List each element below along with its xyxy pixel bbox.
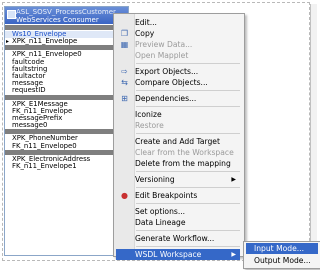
port-row[interactable]: FK_n11_Envelope0 — [5, 142, 128, 150]
menu-item-compare-objects[interactable]: ⇆ Compare Objects... — [116, 77, 240, 88]
menu-separator — [136, 171, 240, 172]
menu-item-label: Compare Objects... — [135, 78, 208, 87]
menu-item-edit-breakpoints[interactable]: ● Edit Breakpoints — [116, 190, 240, 201]
menu-item-wsdl-workspace[interactable]: WSDL Workspace ▶ — [116, 249, 240, 260]
menu-item-open-mapplet[interactable]: Open Mapplet — [116, 50, 240, 61]
menu-item-label: Export Objects... — [135, 67, 199, 76]
menu-item-label: WSDL Workspace — [135, 250, 202, 259]
menu-item-label: Dependencies... — [135, 94, 197, 103]
menu-item-label: Generate Workflow... — [135, 234, 215, 243]
wsdl-workspace-submenu: Input Mode... Output Mode... — [243, 241, 320, 269]
submenu-item-output-mode[interactable]: Output Mode... — [246, 255, 318, 266]
submenu-item-input-mode[interactable]: Input Mode... — [246, 243, 318, 254]
menu-item-label: Versioning — [135, 175, 175, 184]
menu-item-iconize[interactable]: Iconize — [116, 109, 240, 120]
preview-icon: ▦ — [120, 40, 129, 49]
menu-item-label: Delete from the mapping — [135, 159, 231, 168]
submenu-arrow-icon: ▶ — [231, 251, 236, 258]
menu-separator — [136, 63, 240, 64]
compare-icon: ⇆ — [121, 78, 128, 87]
menu-separator — [136, 187, 240, 188]
menu-separator — [136, 133, 240, 134]
menu-item-export-objects[interactable]: ⇨ Export Objects... — [116, 66, 240, 77]
menu-item-create-and-add-target[interactable]: Create and Add Target — [116, 136, 240, 147]
menu-item-restore[interactable]: Restore — [116, 120, 240, 131]
menu-item-generate-workflow[interactable]: Generate Workflow... — [116, 233, 240, 244]
menu-item-preview-data[interactable]: ▦ Preview Data... — [116, 39, 240, 50]
menu-separator — [136, 106, 240, 107]
workspace-scrollbar[interactable] — [310, 4, 317, 256]
group-header[interactable] — [5, 94, 128, 100]
port-row[interactable]: message0 — [5, 122, 128, 129]
transformation-type: WebServices Consumer — [16, 16, 99, 24]
transformation-window[interactable]: ASL_SOSV_ProcessCustomer WebServices Con… — [4, 6, 129, 256]
context-menu: Edit... ❐ Copy ▦ Preview Data... Open Mapplet… — [113, 13, 245, 260]
menu-item-edit[interactable]: Edit... — [116, 17, 240, 28]
port-row[interactable]: XPK_n11_Envelope — [5, 38, 128, 46]
submenu-item-label: Input Mode... — [254, 244, 305, 253]
menu-item-data-lineage[interactable]: Data Lineage — [116, 217, 240, 228]
menu-separator — [136, 230, 240, 231]
menu-item-set-options[interactable]: Set options... — [116, 206, 240, 217]
menu-item-label: Edit... — [135, 18, 157, 27]
port-row[interactable]: requestID — [5, 87, 128, 94]
port-row[interactable]: FK_n11_Envelope1 — [5, 163, 128, 170]
dependencies-icon: ⊞ — [121, 94, 128, 103]
transformation-title-bar[interactable]: ASL_SOSV_ProcessCustomer WebServices Con… — [5, 7, 128, 24]
transformation-icon — [7, 10, 16, 19]
menu-item-clear-from-the-workspace[interactable]: Clear from the Workspace — [116, 147, 240, 158]
menu-item-label: Copy — [135, 29, 155, 38]
menu-item-label: Open Mapplet — [135, 51, 189, 60]
menu-item-label: Preview Data... — [135, 40, 193, 49]
breakpoint-icon: ● — [121, 191, 128, 200]
menu-item-label: Iconize — [135, 110, 162, 119]
menu-separator — [136, 90, 240, 91]
menu-item-label: Edit Breakpoints — [135, 191, 198, 200]
menu-item-label: Restore — [135, 121, 164, 130]
submenu-item-label: Output Mode... — [254, 256, 311, 265]
menu-item-label: Create and Add Target — [135, 137, 220, 146]
menu-item-label: Clear from the Workspace — [135, 148, 234, 157]
menu-separator — [136, 246, 240, 247]
menu-item-delete-from-the-mapping[interactable]: Delete from the mapping — [116, 158, 240, 169]
menu-item-label: Data Lineage — [135, 218, 186, 227]
transformation-name: ASL_SOSV_ProcessCustomer — [16, 8, 116, 16]
copy-icon: ❐ — [120, 29, 129, 38]
export-icon: ⇨ — [121, 67, 128, 76]
menu-item-copy[interactable]: ❐ Copy — [116, 28, 240, 39]
menu-item-versioning[interactable]: Versioning ▶ — [116, 174, 240, 185]
menu-separator — [136, 203, 240, 204]
submenu-arrow-icon: ▶ — [231, 176, 236, 183]
menu-item-dependencies[interactable]: ⊞ Dependencies... — [116, 93, 240, 104]
menu-item-label: Set options... — [135, 207, 186, 216]
